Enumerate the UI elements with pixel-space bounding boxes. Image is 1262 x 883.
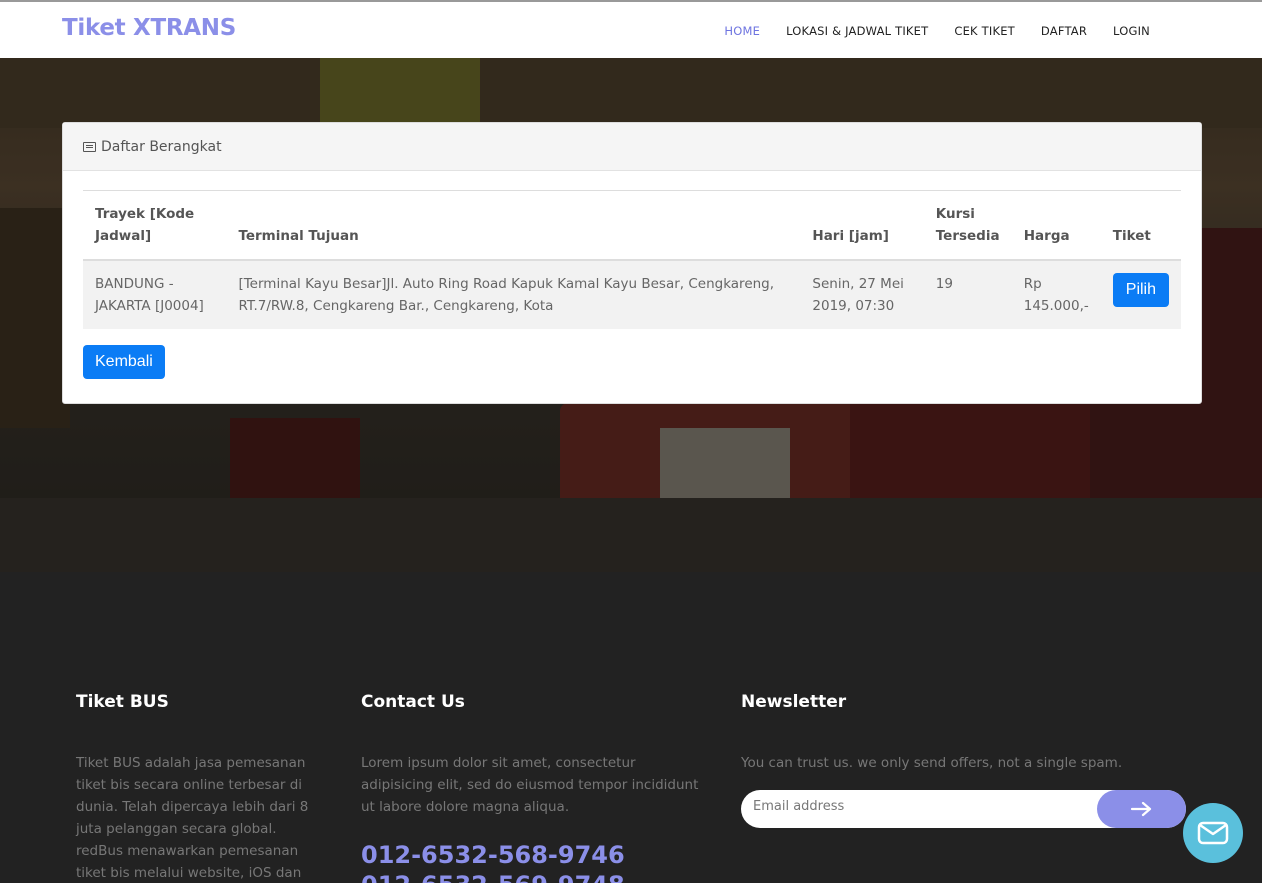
message-fab-button[interactable] <box>1183 803 1243 863</box>
pilih-button[interactable]: Pilih <box>1112 273 1169 307</box>
main-nav: HOME LOKASI & JADWAL TIKET CEK TIKET DAF… <box>724 24 1150 38</box>
col-terminal: Terminal Tujuan <box>226 190 801 261</box>
arrow-right-icon <box>1130 801 1151 817</box>
nav-cek-tiket[interactable]: CEK TIKET <box>954 24 1015 38</box>
nav-daftar[interactable]: DAFTAR <box>1041 24 1087 38</box>
footer-newsletter: Newsletter You can trust us. we only sen… <box>741 692 1191 828</box>
footer-contact: Contact Us Lorem ipsum dolor sit amet, c… <box>361 692 711 883</box>
col-kursi: Kursi Tersedia <box>923 190 1012 261</box>
footer-contact-title: Contact Us <box>361 692 465 712</box>
phone-number[interactable]: 012-6532-568-9746 <box>361 840 711 870</box>
schedule-table: Trayek [Kode Jadwal] Terminal Tujuan Har… <box>83 190 1181 329</box>
departure-list-card: Daftar Berangkat Trayek [Kode Jadwal] Te… <box>62 122 1202 404</box>
footer-newsletter-title: Newsletter <box>741 692 847 712</box>
footer-about-title: Tiket BUS <box>76 692 169 712</box>
cell-terminal: [Terminal Kayu Besar]Jl. Auto Ring Road … <box>226 260 801 329</box>
email-input[interactable] <box>753 799 1083 814</box>
card-header: Daftar Berangkat <box>63 123 1201 171</box>
footer-about-text: Tiket BUS adalah jasa pemesanan tiket bi… <box>76 755 309 881</box>
nav-lokasi-jadwal[interactable]: LOKASI & JADWAL TIKET <box>786 24 928 38</box>
cell-harga: Rp 145.000,- <box>1011 260 1101 329</box>
col-trayek: Trayek [Kode Jadwal] <box>83 190 227 261</box>
footer: Tiket BUS Tiket BUS adalah jasa pemesana… <box>0 572 1262 883</box>
brand-logo[interactable]: Tiket XTRANS <box>62 15 236 41</box>
newsletter-form <box>741 790 1186 828</box>
list-alt-icon <box>83 141 96 152</box>
footer-about: Tiket BUS Tiket BUS adalah jasa pemesana… <box>76 692 321 883</box>
envelope-icon <box>1197 821 1229 845</box>
nav-login[interactable]: LOGIN <box>1113 24 1150 38</box>
footer-newsletter-text: You can trust us. we only send offers, n… <box>741 755 1123 771</box>
phone-number[interactable]: 012-6532-569-9748 <box>361 870 711 883</box>
nav-home[interactable]: HOME <box>724 24 760 38</box>
cell-kursi: 19 <box>923 260 1012 329</box>
navbar: Tiket XTRANS HOME LOKASI & JADWAL TIKET … <box>0 0 1262 58</box>
kembali-button[interactable]: Kembali <box>83 345 165 379</box>
newsletter-submit-button[interactable] <box>1097 790 1186 828</box>
col-hari: Hari [jam] <box>800 190 924 261</box>
col-tiket: Tiket <box>1100 190 1181 261</box>
col-harga: Harga <box>1011 190 1101 261</box>
cell-hari: Senin, 27 Mei 2019, 07:30 <box>800 260 924 329</box>
table-header-row: Trayek [Kode Jadwal] Terminal Tujuan Har… <box>83 190 1181 261</box>
cell-tiket: Pilih <box>1100 260 1181 329</box>
table-row: BANDUNG - JAKARTA [J0004] [Terminal Kayu… <box>83 260 1181 329</box>
card-title: Daftar Berangkat <box>101 138 222 155</box>
phone-list: 012-6532-568-9746 012-6532-569-9748 <box>361 840 711 883</box>
footer-contact-text: Lorem ipsum dolor sit amet, consectetur … <box>361 755 699 815</box>
cell-trayek: BANDUNG - JAKARTA [J0004] <box>83 260 227 329</box>
